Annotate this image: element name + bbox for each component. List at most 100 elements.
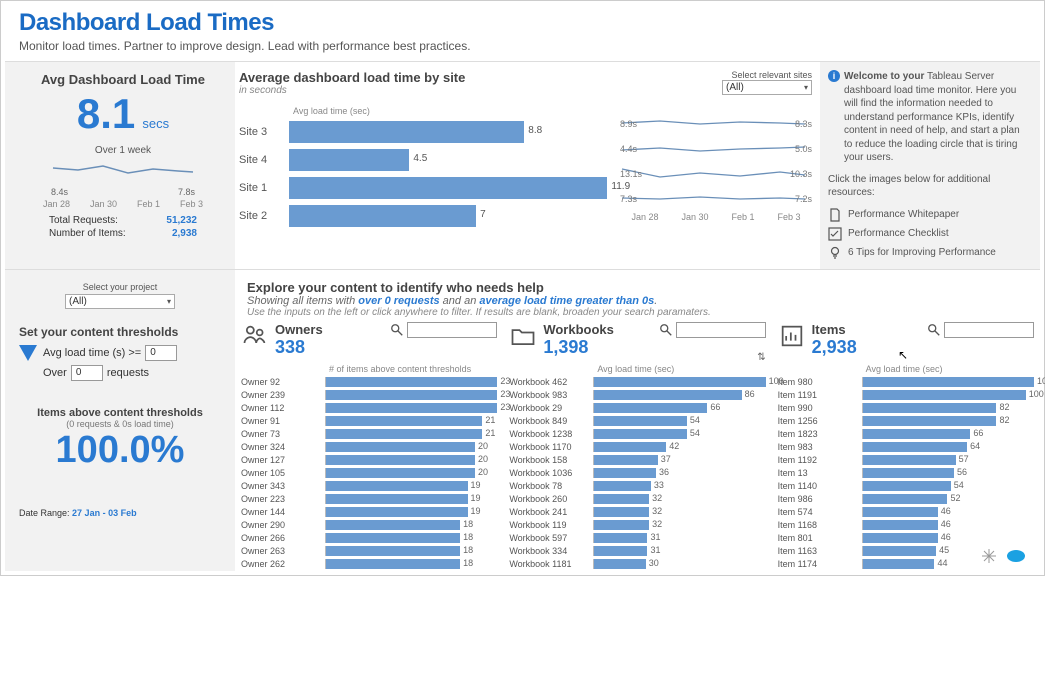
site-bar-row[interactable]: Site 2 7 [239,202,610,230]
row-value: 52 [950,493,960,503]
site-select-dropdown[interactable]: (All) [722,80,812,95]
row-value: 46 [941,532,951,542]
spark-start: 8.4s [51,187,68,197]
table-row[interactable]: Workbook 241 32 [509,506,765,519]
filters-panel: Select your project (All) Set your conte… [5,270,235,571]
row-value: 46 [941,519,951,529]
table-row[interactable]: Item 983 64 [778,441,1034,454]
avg-load-input[interactable]: 0 [145,345,177,361]
table-row[interactable]: Workbook 597 31 [509,532,765,545]
kpi-unit: secs [142,116,169,131]
table-row[interactable]: Item 1191 100 [778,389,1034,402]
tableau-logo-icon [980,547,998,565]
row-label: Workbook 158 [509,455,593,465]
table-row[interactable]: Owner 223 19 [241,493,497,506]
resource-label: Performance Checklist [848,227,949,241]
items-table[interactable]: Item 980 105 Item 1191 100 Item 990 82 I… [778,376,1034,571]
table-row[interactable]: Workbook 1181 30 [509,558,765,571]
owners-search[interactable] [390,322,497,338]
site-trend-line[interactable]: 8.9s 8.3s [620,113,812,135]
table-row[interactable]: Workbook 119 32 [509,519,765,532]
table-row[interactable]: Item 1256 82 [778,415,1034,428]
table-row[interactable]: Owner 112 23 [241,402,497,415]
row-label: Item 986 [778,494,862,504]
workbooks-table[interactable]: Workbook 462 100 Workbook 983 86 Workboo… [509,376,765,571]
table-row[interactable]: Owner 73 21 [241,428,497,441]
table-row[interactable]: Item 1823 66 [778,428,1034,441]
table-row[interactable]: Owner 144 19 [241,506,497,519]
explore-title: Explore your content to identify who nee… [247,280,1032,295]
table-row[interactable]: Workbook 334 31 [509,545,765,558]
table-row[interactable]: Workbook 260 32 [509,493,765,506]
table-row[interactable]: Item 574 46 [778,506,1034,519]
row-value: 19 [471,506,481,516]
table-row[interactable]: Item 1168 46 [778,519,1034,532]
table-row[interactable]: Owner 91 21 [241,415,497,428]
search-icon [390,323,404,337]
table-row[interactable]: Item 980 105 [778,376,1034,389]
table-row[interactable]: Item 1192 57 [778,454,1034,467]
resource-link[interactable]: Performance Checklist [828,227,1030,241]
table-row[interactable]: Workbook 1238 54 [509,428,765,441]
table-row[interactable]: Item 990 82 [778,402,1034,415]
requests-input[interactable]: 0 [71,365,103,381]
row-label: Owner 92 [241,377,325,387]
table-row[interactable]: Owner 127 20 [241,454,497,467]
table-row[interactable]: Owner 263 18 [241,545,497,558]
table-row[interactable]: Owner 324 20 [241,441,497,454]
site-trend-line[interactable]: 7.3s 7.2s [620,188,812,210]
table-row[interactable]: Item 801 46 [778,532,1034,545]
items-search[interactable] [927,322,1034,338]
sort-icon[interactable]: ⇅ [757,352,765,363]
table-row[interactable]: Workbook 158 37 [509,454,765,467]
table-row[interactable]: Item 986 52 [778,493,1034,506]
site-trend-line[interactable]: 4.4s 5.0s [620,138,812,160]
table-row[interactable]: Owner 92 23 [241,376,497,389]
workbooks-search[interactable] [659,322,766,338]
items-search-input[interactable] [944,322,1034,338]
row-value: 37 [661,454,671,464]
table-row[interactable]: Workbook 29 66 [509,402,765,415]
site-bar-row[interactable]: Site 3 8.8 [239,118,610,146]
items-above-title: Items above content thresholds [19,407,221,419]
table-row[interactable]: Workbook 983 86 [509,389,765,402]
owners-search-input[interactable] [407,322,497,338]
info-icon: i [828,70,840,82]
resource-link[interactable]: Performance Whitepaper [828,208,1030,222]
table-row[interactable]: Workbook 1170 42 [509,441,765,454]
row-label: Owner 144 [241,507,325,517]
table-row[interactable]: Owner 290 18 [241,519,497,532]
site-trend-line[interactable]: 13.1s 10.3s [620,163,812,185]
workbooks-search-input[interactable] [676,322,766,338]
row-value: 66 [710,402,720,412]
table-row[interactable]: Workbook 462 100 [509,376,765,389]
items-axis: Avg load time (sec) [866,364,1034,374]
row-value: 20 [478,441,488,451]
project-select-dropdown[interactable]: (All) [65,294,175,309]
owners-table[interactable]: Owner 92 23 Owner 239 23 Owner 112 23 Ow… [241,376,497,571]
site-bars[interactable]: Avg load time (sec) Site 3 8.8 Site 4 4.… [239,106,610,230]
kpi-sparkline[interactable] [48,160,198,182]
resource-link[interactable]: 6 Tips for Improving Performance [828,246,1030,260]
table-row[interactable]: Owner 105 20 [241,467,497,480]
table-row[interactable]: Item 13 56 [778,467,1034,480]
table-row[interactable]: Owner 266 18 [241,532,497,545]
table-row[interactable]: Workbook 78 33 [509,480,765,493]
table-row[interactable]: Item 1140 54 [778,480,1034,493]
site-bar-row[interactable]: Site 4 4.5 [239,146,610,174]
row-value: 86 [745,389,755,399]
row-value: 57 [959,454,969,464]
row-value: 19 [471,480,481,490]
table-row[interactable]: Workbook 849 54 [509,415,765,428]
row-label: Owner 112 [241,403,325,413]
row-label: Item 574 [778,507,862,517]
table-row[interactable]: Workbook 1036 36 [509,467,765,480]
site-bar-row[interactable]: Site 1 11.9 [239,174,610,202]
search-icon [927,323,941,337]
table-row[interactable]: Owner 239 23 [241,389,497,402]
people-icon [241,322,269,350]
owners-axis: # of items above content thresholds [329,364,497,374]
table-row[interactable]: Owner 343 19 [241,480,497,493]
table-row[interactable]: Owner 262 18 [241,558,497,571]
row-label: Workbook 597 [509,533,593,543]
